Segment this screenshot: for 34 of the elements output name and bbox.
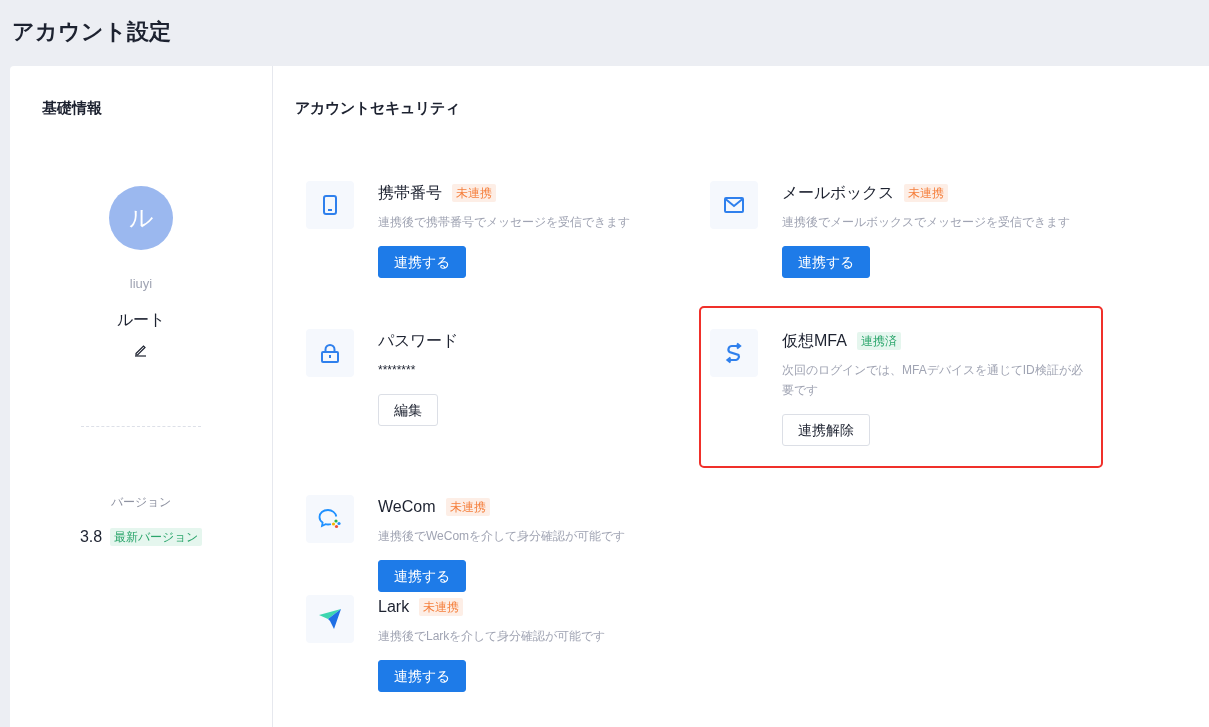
status-badge: 未連携 [445,498,490,516]
item-title: WeCom [378,497,436,517]
phone-icon [306,181,354,229]
item-description: 次回のログインでは、MFAデバイスを通じてID検証が必要です [782,362,1084,399]
item-description: 連携後で携帯番号でメッセージを受信できます [378,214,631,231]
section-heading: 基礎情報 [42,98,103,118]
mail-icon [710,181,758,229]
item-description: 連携後でLarkを介して身分確認が可能です [378,628,607,645]
action-button[interactable]: 編集 [378,394,438,426]
status-badge: 未連携 [904,184,948,202]
username: liuyi [129,275,153,293]
version-label: バージョン [111,493,171,511]
version-badge: 最新バージョン [110,527,203,546]
action-button[interactable]: 連携する [378,660,466,692]
version-number: 3.8 [79,526,103,547]
item-title: Lark [378,597,410,617]
status-badge: 未連携 [452,184,496,202]
action-button[interactable]: 連携する [378,246,466,278]
role-name: ルート [117,309,165,330]
section-heading: アカウントセキュリティ [295,98,461,118]
action-button[interactable]: 連携解除 [782,414,870,446]
action-button[interactable]: 連携する [782,246,870,278]
status-badge: 連携済 [856,332,901,350]
masked-password: ******** [378,362,417,379]
action-button[interactable]: 連携する [378,560,466,592]
item-title: パスワード [378,331,458,351]
avatar: ル [109,186,173,250]
item-title: 仮想MFA [782,331,847,351]
item-title: メールボックス [782,183,894,203]
item-description: 連携後でWeComを介して身分確認が可能です [378,528,627,545]
item-description: 連携後でメールボックスでメッセージを受信できます [782,214,1071,231]
page-title: アカウント設定 [12,18,172,46]
item-title: 携帯番号 [378,183,442,203]
status-badge: 未連携 [419,598,464,616]
